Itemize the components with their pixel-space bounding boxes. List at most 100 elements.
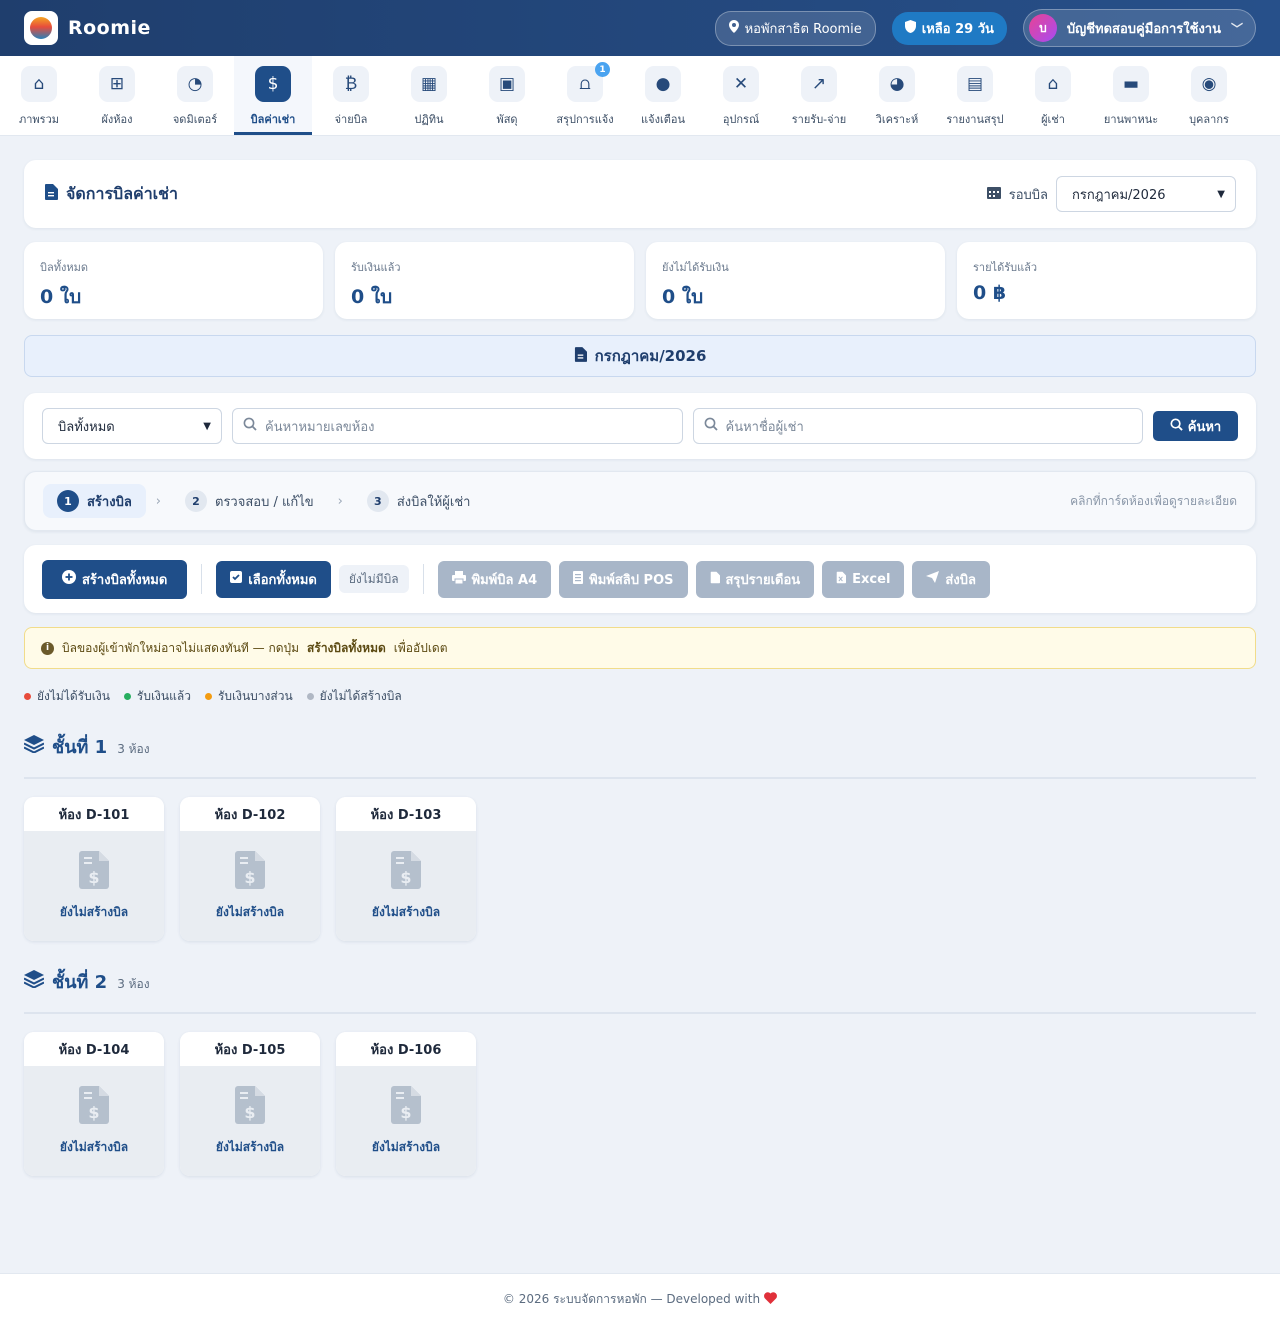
nav-item[interactable]: ▬ ยานพาหนะ: [1092, 56, 1170, 135]
floor-header: ชั้นที่ 2 3 ห้อง: [23, 967, 1256, 1014]
chevron-down-icon: ▼: [1217, 188, 1225, 200]
page-title: จัดการบิลค่าเช่า: [66, 183, 178, 203]
no-bill-filter-button[interactable]: ยังไม่มีบิล: [338, 565, 409, 593]
step-send[interactable]: 3 ส่งบิลให้ผู้เช่า: [353, 484, 485, 518]
tenant-search-input[interactable]: ค้นหาชื่อผู้เช่า: [692, 408, 1143, 444]
status-legend: ยังไม่ได้รับเงิน รับเงินแล้ว รับเงินบางส่ว…: [24, 687, 1256, 706]
room-card[interactable]: ห้อง D-106 $ ยังไม่สร้างบิล: [336, 1032, 476, 1176]
stat-card: รับเงินแล้ว 0 ใบ: [335, 242, 634, 319]
nav-label: อุปกรณ์: [722, 113, 760, 126]
footer: © 2026 ระบบจัดการหอพัก — Developed with: [0, 1273, 1280, 1325]
floor-header: ชั้นที่ 1 3 ห้อง: [23, 732, 1256, 779]
legend-item: ยังไม่ได้รับเงิน: [24, 687, 110, 706]
search-button[interactable]: ค้นหา: [1153, 411, 1238, 441]
room-name: ห้อง D-105: [180, 1032, 320, 1066]
nav-item[interactable]: ◕ วิเคราะห์: [858, 56, 936, 135]
nav-item[interactable]: ▣ พัสดุ: [468, 56, 546, 135]
svg-text:$: $: [244, 1103, 255, 1122]
document-icon: [44, 184, 58, 204]
month-banner: กรกฎาคม/2026: [24, 335, 1256, 377]
nav-item[interactable]: ₿ จ่ายบิล: [312, 56, 390, 135]
dorm-name: หอพักสาธิต Roomie: [744, 21, 862, 37]
nav-label: จ่ายบิล: [334, 113, 368, 126]
divider: [422, 564, 424, 594]
room-card[interactable]: ห้อง D-103 $ ยังไม่สร้างบิล: [336, 797, 476, 941]
excel-export-button[interactable]: Excel: [822, 560, 905, 598]
room-card[interactable]: ห้อง D-105 $ ยังไม่สร้างบิล: [180, 1032, 320, 1176]
nav-item[interactable]: ⩍ 1 สรุปการแจ้ง: [546, 56, 624, 135]
print-pos-button[interactable]: พิมพ์สลิป POS: [559, 560, 688, 598]
top-header: Roomie หอพักสาธิต Roomie เหลือ 29 วัน บ …: [0, 0, 1280, 56]
status-filter-select[interactable]: บิลทั้งหมด ▼: [42, 408, 222, 444]
nav-item[interactable]: ✕ อุปกรณ์: [702, 56, 780, 135]
nav-item[interactable]: ⊞ ผังห้อง: [78, 56, 156, 135]
account-menu[interactable]: บ บัญชีทดสอบคู่มือการใช้งาน ﹀: [1022, 9, 1256, 47]
subscription-days-badge[interactable]: เหลือ 29 วัน: [891, 11, 1007, 45]
calendar-icon: ▦: [411, 66, 447, 102]
create-all-bills-button[interactable]: สร้างบิลทั้งหมด: [42, 559, 188, 599]
legend-label: ยังไม่ได้สร้างบิล: [319, 689, 402, 703]
nav-label: จดมิเตอร์: [172, 113, 218, 126]
billing-cycle-select[interactable]: กรกฎาคม/2026 ▼: [1056, 176, 1236, 212]
nav-label: รายงานสรุป: [946, 113, 1004, 126]
room-search-input[interactable]: ค้นหาหมายเลขห้อง: [232, 408, 683, 444]
svg-text:$: $: [244, 868, 255, 887]
nav-item[interactable]: ⌂ ผู้เช่า: [1014, 56, 1092, 135]
select-all-button[interactable]: เลือกทั้งหมด: [216, 560, 331, 598]
nav-item[interactable]: ◉ บุคลากร: [1170, 56, 1248, 135]
action-toolbar: สร้างบิลทั้งหมด เลือกทั้งหมด ยังไม่มีบิล…: [24, 545, 1256, 613]
stat-label: ยังไม่ได้รับเงิน: [662, 261, 729, 274]
stat-value: 0 ใบ: [40, 286, 82, 308]
room-bill-status: ยังไม่สร้างบิล: [59, 904, 129, 919]
layers-icon: [23, 735, 45, 758]
bill-icon: $: [79, 850, 109, 893]
nav-label: แจ้งเตือน: [641, 113, 685, 126]
pie-chart-icon: ◕: [879, 66, 915, 102]
room-bill-status: ยังไม่สร้างบิล: [215, 1139, 285, 1154]
nav-label: บุคลากร: [1189, 113, 1229, 126]
dorm-selector[interactable]: หอพักสาธิต Roomie: [714, 10, 876, 46]
nav-item[interactable]: ⌂ ภาพรวม: [0, 56, 78, 135]
floor-room-count: 3 ห้อง: [117, 977, 150, 991]
step-number: 3: [366, 490, 389, 512]
step-number: 1: [57, 490, 79, 512]
nav-item[interactable]: ◔ จดมิเตอร์: [156, 56, 234, 135]
monthly-summary-button[interactable]: สรุปรายเดือน: [695, 560, 815, 598]
chevron-down-icon: ▼: [203, 420, 211, 432]
month-banner-text: กรกฎาคม/2026: [594, 347, 707, 365]
nav-item[interactable]: ▦ ปฏิทิน: [390, 56, 468, 135]
room-card[interactable]: ห้อง D-101 $ ยังไม่สร้างบิล: [24, 797, 164, 941]
step-review[interactable]: 2 ตรวจสอบ / แก้ไข: [171, 484, 328, 518]
map-pin-icon: [728, 19, 739, 37]
print-a4-button[interactable]: พิมพ์บิล A4: [437, 560, 552, 598]
bill-icon: $: [79, 1085, 109, 1128]
chat-icon: ●: [645, 66, 681, 102]
room-card[interactable]: ห้อง D-102 $ ยังไม่สร้างบิล: [180, 797, 320, 941]
room-card[interactable]: ห้อง D-104 $ ยังไม่สร้างบิล: [24, 1032, 164, 1176]
floor-section: ชั้นที่ 1 3 ห้อง ห้อง D-101 $ ยังไม่สร้างบิล…: [23, 732, 1256, 941]
nav-item[interactable]: ● แจ้งเตือน: [624, 56, 702, 135]
nav-item[interactable]: ▤ รายงานสรุป: [936, 56, 1014, 135]
nav-item[interactable]: ↗ รายรับ-จ่าย: [780, 56, 858, 135]
legend-label: ยังไม่ได้รับเงิน: [37, 689, 110, 703]
brand-name: Roomie: [68, 17, 151, 39]
step-create[interactable]: 1 สร้างบิล: [43, 484, 146, 518]
send-bills-button[interactable]: ส่งบิล: [912, 560, 990, 598]
print-a4-label: พิมพ์บิล A4: [471, 572, 538, 588]
nav-label: วิเคราะห์: [875, 113, 919, 126]
step-label: ตรวจสอบ / แก้ไข: [215, 494, 314, 510]
legend-item: รับเงินบางส่วน: [204, 687, 293, 706]
room-name: ห้อง D-102: [180, 797, 320, 831]
send-label: ส่งบิล: [945, 572, 976, 588]
account-name: บัญชีทดสอบคู่มือการใช้งาน: [1066, 21, 1221, 37]
room-grid: ห้อง D-101 $ ยังไม่สร้างบิล ห้อง D-102 $ ยังไ…: [24, 797, 1256, 941]
app-logo[interactable]: [24, 11, 58, 45]
invoice-icon: $: [255, 66, 291, 102]
nav-label: ผังห้อง: [101, 113, 133, 126]
stats-row: บิลทั้งหมด 0 ใบ รับเงินแล้ว 0 ใบ ยังไม่ได้รั…: [24, 242, 1256, 319]
cycle-label: รอบบิล: [1008, 187, 1048, 203]
nav-item[interactable]: $ บิลค่าเช่า: [234, 56, 312, 135]
search-icon: [1170, 417, 1183, 435]
person-icon: ◉: [1191, 66, 1227, 102]
alert-suffix: เพื่ออัปเดต: [393, 640, 448, 655]
